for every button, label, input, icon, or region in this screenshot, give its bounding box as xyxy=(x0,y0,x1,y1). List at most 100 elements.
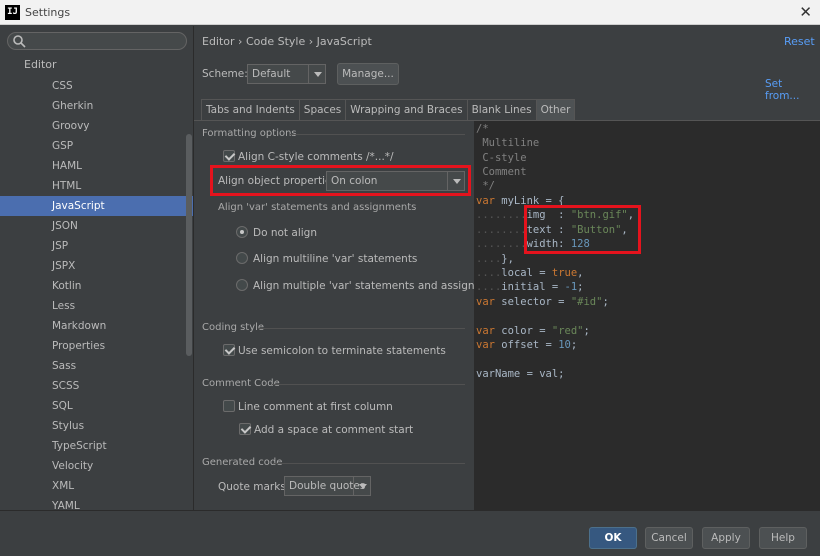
radio-align-multiple-label: Align multiple 'var' statements and assi… xyxy=(253,280,508,292)
code-text: selector = xyxy=(494,296,571,308)
code-text: local = xyxy=(501,267,552,279)
code-text: }, xyxy=(501,253,514,265)
add-space-checkbox[interactable] xyxy=(239,423,251,435)
scheme-value: Default xyxy=(252,68,291,80)
tree-item-gsp[interactable]: GSP xyxy=(0,136,193,156)
tab-spaces[interactable]: Spaces xyxy=(298,99,347,120)
code-text: color = xyxy=(494,325,552,337)
align-var-title: Align 'var' statements and assignments xyxy=(218,202,417,213)
code-string: "#id" xyxy=(570,296,603,308)
title-bar: IJ Settings ✕ xyxy=(0,0,820,25)
help-button[interactable]: Help xyxy=(759,527,807,549)
code-preview: /* Multiline C-style Comment */ var myLi… xyxy=(474,121,820,510)
tree-item-css[interactable]: CSS xyxy=(0,76,193,96)
tree-section-editor[interactable]: Editor xyxy=(24,58,57,71)
search-icon xyxy=(13,35,26,48)
code-line-varname: varName = val; xyxy=(476,368,565,380)
scheme-dropdown[interactable]: Default xyxy=(247,64,326,84)
tree-item-kotlin[interactable]: Kotlin xyxy=(0,276,193,296)
code-text: initial = xyxy=(501,281,565,293)
tree-item-gherkin[interactable]: Gherkin xyxy=(0,96,193,116)
scheme-label: Scheme: xyxy=(202,68,248,80)
tree-item-javascript[interactable]: JavaScript xyxy=(0,196,193,216)
search-input[interactable] xyxy=(7,32,187,50)
quote-marks-label: Quote marks: xyxy=(218,481,290,493)
set-from-link[interactable]: Set from... xyxy=(765,78,820,102)
tab-blank-lines[interactable]: Blank Lines xyxy=(466,99,537,120)
coding-style-title: Coding style xyxy=(202,322,265,333)
quote-marks-dropdown[interactable]: Double quotes xyxy=(284,476,371,496)
chevron-down-icon xyxy=(308,65,325,83)
tree-item-jsp[interactable]: JSP xyxy=(0,236,193,256)
tree-scrollbar[interactable] xyxy=(186,134,192,356)
code-comment-line: C-style xyxy=(476,152,527,164)
line-comment-checkbox[interactable] xyxy=(223,400,235,412)
generated-code-title: Generated code xyxy=(202,457,283,468)
code-keyword: true xyxy=(551,267,578,279)
code-number: -1 xyxy=(564,281,578,293)
code-punct: ; xyxy=(602,296,609,308)
code-punct: , xyxy=(577,267,584,279)
radio-do-not-align-label: Do not align xyxy=(253,227,317,239)
code-line-initial: ....initial = -1; xyxy=(476,281,584,293)
radio-align-multiline-label: Align multiline 'var' statements xyxy=(253,253,418,265)
use-semicolon-checkbox[interactable] xyxy=(223,344,235,356)
tab-other[interactable]: Other xyxy=(535,99,576,120)
window-title: Settings xyxy=(25,6,71,19)
code-comment-line: /* xyxy=(476,123,489,135)
tree-item-html[interactable]: HTML xyxy=(0,176,193,196)
dialog-button-bar: OK Cancel Apply Help xyxy=(0,510,820,556)
tree-item-sass[interactable]: Sass xyxy=(0,356,193,376)
code-keyword: var xyxy=(476,339,495,351)
tree-item-xml[interactable]: XML xyxy=(0,476,193,496)
code-comment-line: */ xyxy=(476,180,495,192)
tree-item-json[interactable]: JSON xyxy=(0,216,193,236)
tree-item-stylus[interactable]: Stylus xyxy=(0,416,193,436)
reset-link[interactable]: Reset xyxy=(784,35,815,48)
code-comment-line: Comment xyxy=(476,166,527,178)
radio-align-multiple[interactable] xyxy=(236,279,248,291)
tree-item-groovy[interactable]: Groovy xyxy=(0,116,193,136)
code-line-close-brace: ....}, xyxy=(476,253,514,265)
code-number: 10 xyxy=(558,339,571,351)
tree-item-scss[interactable]: SCSS xyxy=(0,376,193,396)
tree-item-yaml[interactable]: YAML xyxy=(0,496,193,510)
code-text: offset = xyxy=(494,339,559,351)
code-line-offset: var offset = 10; xyxy=(476,338,577,352)
cancel-button[interactable]: Cancel xyxy=(645,527,693,549)
tree-item-haml[interactable]: HAML xyxy=(0,156,193,176)
code-punct: ; xyxy=(583,325,590,337)
radio-do-not-align[interactable] xyxy=(236,226,248,238)
separator xyxy=(272,384,465,385)
code-keyword: var xyxy=(476,296,495,308)
tree-item-sql[interactable]: SQL xyxy=(0,396,193,416)
formatting-options-title: Formatting options xyxy=(202,128,297,139)
code-line-local: ....local = true, xyxy=(476,267,584,279)
manage-button[interactable]: Manage... xyxy=(337,63,399,85)
tree-item-markdown[interactable]: Markdown xyxy=(0,316,193,336)
tree-item-properties[interactable]: Properties xyxy=(0,336,193,356)
code-keyword: var xyxy=(476,325,495,337)
highlight-box-align-object xyxy=(210,165,471,196)
separator xyxy=(290,134,465,135)
code-comment-line: Multiline xyxy=(476,137,540,149)
tree-item-less[interactable]: Less xyxy=(0,296,193,316)
highlight-box-object-properties xyxy=(524,205,641,254)
radio-align-multiline[interactable] xyxy=(236,252,248,264)
align-c-style-checkbox[interactable] xyxy=(223,150,235,162)
align-c-style-label: Align C-style comments /*...*/ xyxy=(238,151,394,163)
code-keyword: var xyxy=(476,195,495,207)
tree-item-jspx[interactable]: JSPX xyxy=(0,256,193,276)
separator xyxy=(273,463,465,464)
ok-button[interactable]: OK xyxy=(589,527,637,549)
close-icon[interactable]: ✕ xyxy=(799,3,812,21)
tree-item-typescript[interactable]: TypeScript xyxy=(0,436,193,456)
tree-list: CSS Gherkin Groovy GSP HAML HTML JavaScript JSO… xyxy=(0,76,193,510)
tree-item-velocity[interactable]: Velocity xyxy=(0,456,193,476)
tab-tabs-and-indents[interactable]: Tabs and Indents xyxy=(201,99,300,120)
tab-wrapping-and-braces[interactable]: Wrapping and Braces xyxy=(345,99,468,120)
tab-strip: Tabs and Indents Spaces Wrapping and Bra… xyxy=(201,99,576,120)
breadcrumb: Editor › Code Style › JavaScript xyxy=(202,35,372,48)
apply-button[interactable]: Apply xyxy=(702,527,750,549)
line-comment-label: Line comment at first column xyxy=(238,401,393,413)
